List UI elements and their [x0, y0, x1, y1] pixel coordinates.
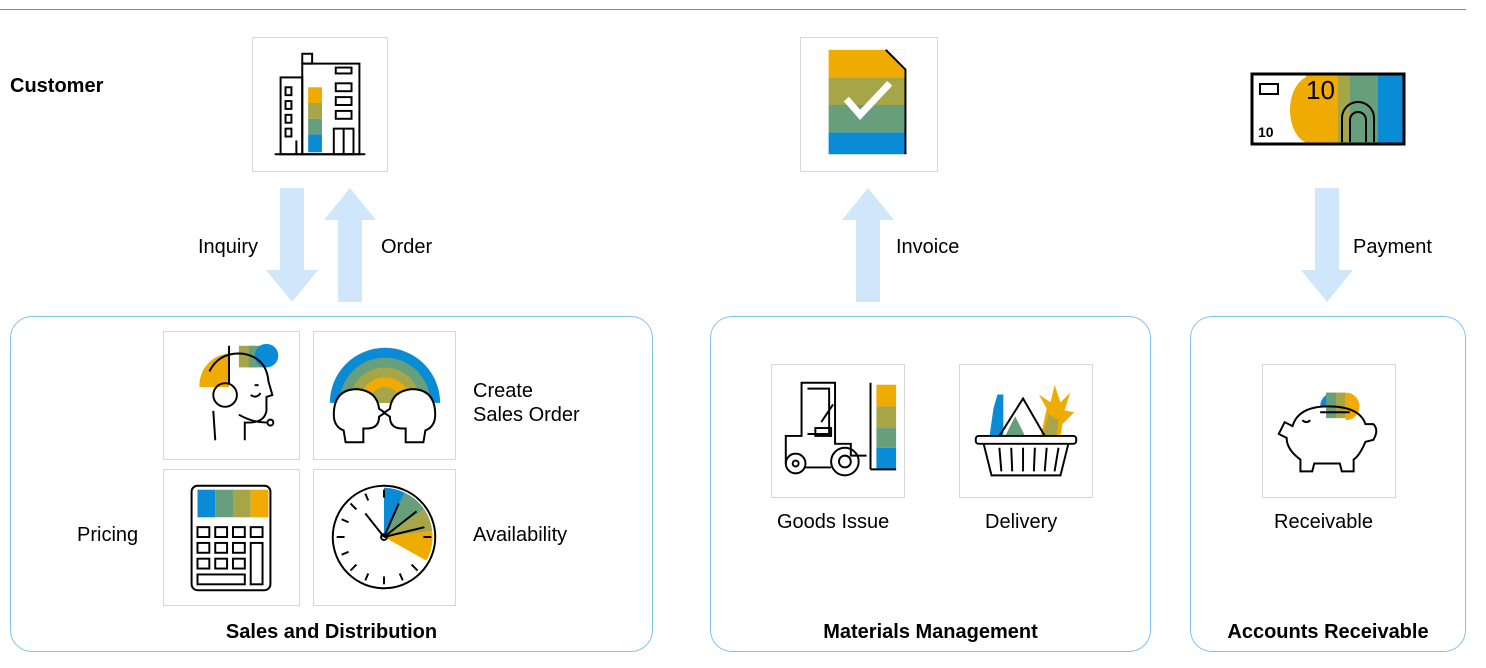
invoice-arrow-up [842, 188, 894, 302]
clock-icon [331, 484, 437, 590]
invoice-document-icon [828, 49, 907, 155]
pricing-tile [163, 469, 300, 606]
two-heads-talk-icon [329, 347, 441, 444]
accounts-receivable-title: Accounts Receivable [1227, 621, 1429, 643]
customer-label: Customer [10, 75, 104, 97]
availability-label: Availability [473, 524, 568, 546]
order-label: Order [381, 236, 433, 258]
delivery-label: Delivery [985, 511, 1058, 533]
receivable-label: Receivable [1274, 511, 1373, 533]
piggy-bank-icon [1277, 392, 1378, 473]
note-value-large: 10 [1306, 75, 1335, 105]
sales-distribution-title: Sales and Distribution [225, 621, 438, 643]
invoice-tile [800, 37, 938, 172]
invoice-label: Invoice [896, 236, 960, 258]
note-value-small: 10 [1258, 124, 1274, 140]
goods-issue-tile [771, 364, 905, 498]
receivable-tile [1262, 364, 1396, 498]
payment-label: Payment [1353, 236, 1432, 258]
building-icon [274, 52, 366, 156]
headset-agent-icon [199, 343, 279, 441]
forklift-icon [784, 381, 897, 477]
top-divider [0, 9, 1466, 10]
calculator-icon [190, 484, 272, 592]
create-sales-order-label: Create Sales Order [473, 380, 580, 426]
availability-tile [313, 469, 456, 606]
shopping-basket-icon [974, 384, 1078, 477]
money-note-tile: 10 10 [1250, 70, 1406, 148]
materials-management-title: Materials Management [823, 621, 1038, 643]
customer-building-tile [252, 37, 388, 172]
inquiry-arrow-down [266, 188, 318, 302]
inquiry-label: Inquiry [198, 236, 259, 258]
collaboration-tile [313, 331, 456, 460]
service-agent-tile [163, 331, 300, 460]
pricing-label: Pricing [77, 524, 139, 546]
goods-issue-label: Goods Issue [777, 511, 890, 533]
payment-arrow-down [1301, 188, 1353, 302]
delivery-tile [959, 364, 1093, 498]
order-arrow-up [324, 188, 376, 302]
